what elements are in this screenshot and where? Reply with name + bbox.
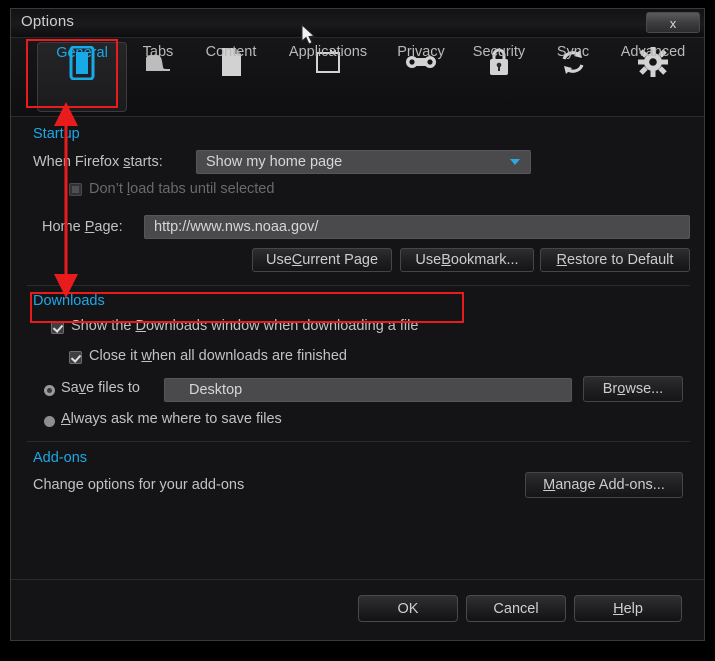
tab-advanced[interactable]: Advanced xyxy=(607,42,699,112)
tab-tabs[interactable]: Tabs xyxy=(131,42,185,112)
manage-addons-button[interactable]: Manage Add-ons... xyxy=(525,472,683,498)
home-page-input[interactable]: http://www.nws.noaa.gov/ xyxy=(144,215,690,239)
startup-behavior-dropdown[interactable]: Show my home page xyxy=(196,150,531,174)
addons-section-title: Add-ons xyxy=(33,450,88,466)
always-ask-label: Always ask me where to save files xyxy=(61,411,282,427)
tab-security[interactable]: Security xyxy=(458,42,540,112)
downloads-section-title: Downloads xyxy=(33,293,105,309)
ok-button[interactable]: OK xyxy=(358,595,458,622)
cancel-button[interactable]: Cancel xyxy=(466,595,566,622)
tab-content-label: Content xyxy=(205,44,257,60)
options-dialog-window: Options x General Tabs Content Applicati… xyxy=(10,8,705,641)
general-panel: Startup When Firefox starts: Show my hom… xyxy=(11,117,704,579)
options-tab-strip: General Tabs Content Applications Privac… xyxy=(11,38,704,117)
close-when-finished-checkbox[interactable] xyxy=(69,351,82,364)
startup-behavior-value: Show my home page xyxy=(206,154,343,170)
show-downloads-window-checkbox[interactable] xyxy=(51,321,64,334)
dont-load-tabs-label: Don’t load tabs until selected xyxy=(89,181,275,197)
tab-advanced-label: Advanced xyxy=(620,44,686,60)
startup-section-title: Startup xyxy=(33,126,80,142)
always-ask-radio[interactable] xyxy=(44,416,55,427)
chevron-down-icon xyxy=(510,159,520,165)
section-divider-downloads-addons xyxy=(27,441,690,442)
use-bookmark-button[interactable]: Use Bookmark... xyxy=(400,248,534,272)
save-files-to-radio[interactable] xyxy=(44,385,55,396)
tab-security-label: Security xyxy=(472,44,526,60)
tab-sync[interactable]: Sync xyxy=(543,42,603,112)
tab-tabs-label: Tabs xyxy=(142,44,174,60)
tab-general[interactable]: General xyxy=(37,42,127,112)
browse-button[interactable]: Br o wse... xyxy=(583,376,683,402)
dialog-footer: OK Cancel Help xyxy=(11,579,704,640)
home-page-value: http://www.nws.noaa.gov/ xyxy=(154,219,319,235)
tab-applications[interactable]: Applications xyxy=(273,42,383,112)
show-downloads-window-label: Show the Downloads window when downloadi… xyxy=(71,318,419,334)
tab-sync-label: Sync xyxy=(556,44,590,60)
title-bar: Options x xyxy=(11,9,704,38)
close-button[interactable]: x xyxy=(646,12,700,33)
window-title: Options xyxy=(21,13,75,30)
home-page-label: Home Page: xyxy=(42,219,123,235)
save-files-to-path-value: Desktop xyxy=(189,382,243,398)
tab-privacy-label: Privacy xyxy=(397,44,445,60)
tab-content[interactable]: Content xyxy=(191,42,271,112)
help-button[interactable]: Help xyxy=(574,595,682,622)
addons-description: Change options for your add-ons xyxy=(33,477,245,493)
tab-general-label: General xyxy=(56,45,108,61)
use-current-page-button[interactable]: Use Current Page xyxy=(252,248,392,272)
tab-privacy[interactable]: Privacy xyxy=(386,42,456,112)
save-files-to-path-input[interactable]: Desktop xyxy=(164,378,572,402)
tab-applications-label: Applications xyxy=(288,44,368,60)
section-divider-startup-downloads xyxy=(27,285,690,286)
when-firefox-starts-label: When Firefox starts: xyxy=(33,154,163,170)
restore-to-default-button[interactable]: Restore to Default xyxy=(540,248,690,272)
save-files-to-label: Save files to xyxy=(61,380,140,396)
close-when-finished-label: Close it when all downloads are finished xyxy=(89,348,347,364)
dont-load-tabs-checkbox[interactable] xyxy=(69,183,82,196)
